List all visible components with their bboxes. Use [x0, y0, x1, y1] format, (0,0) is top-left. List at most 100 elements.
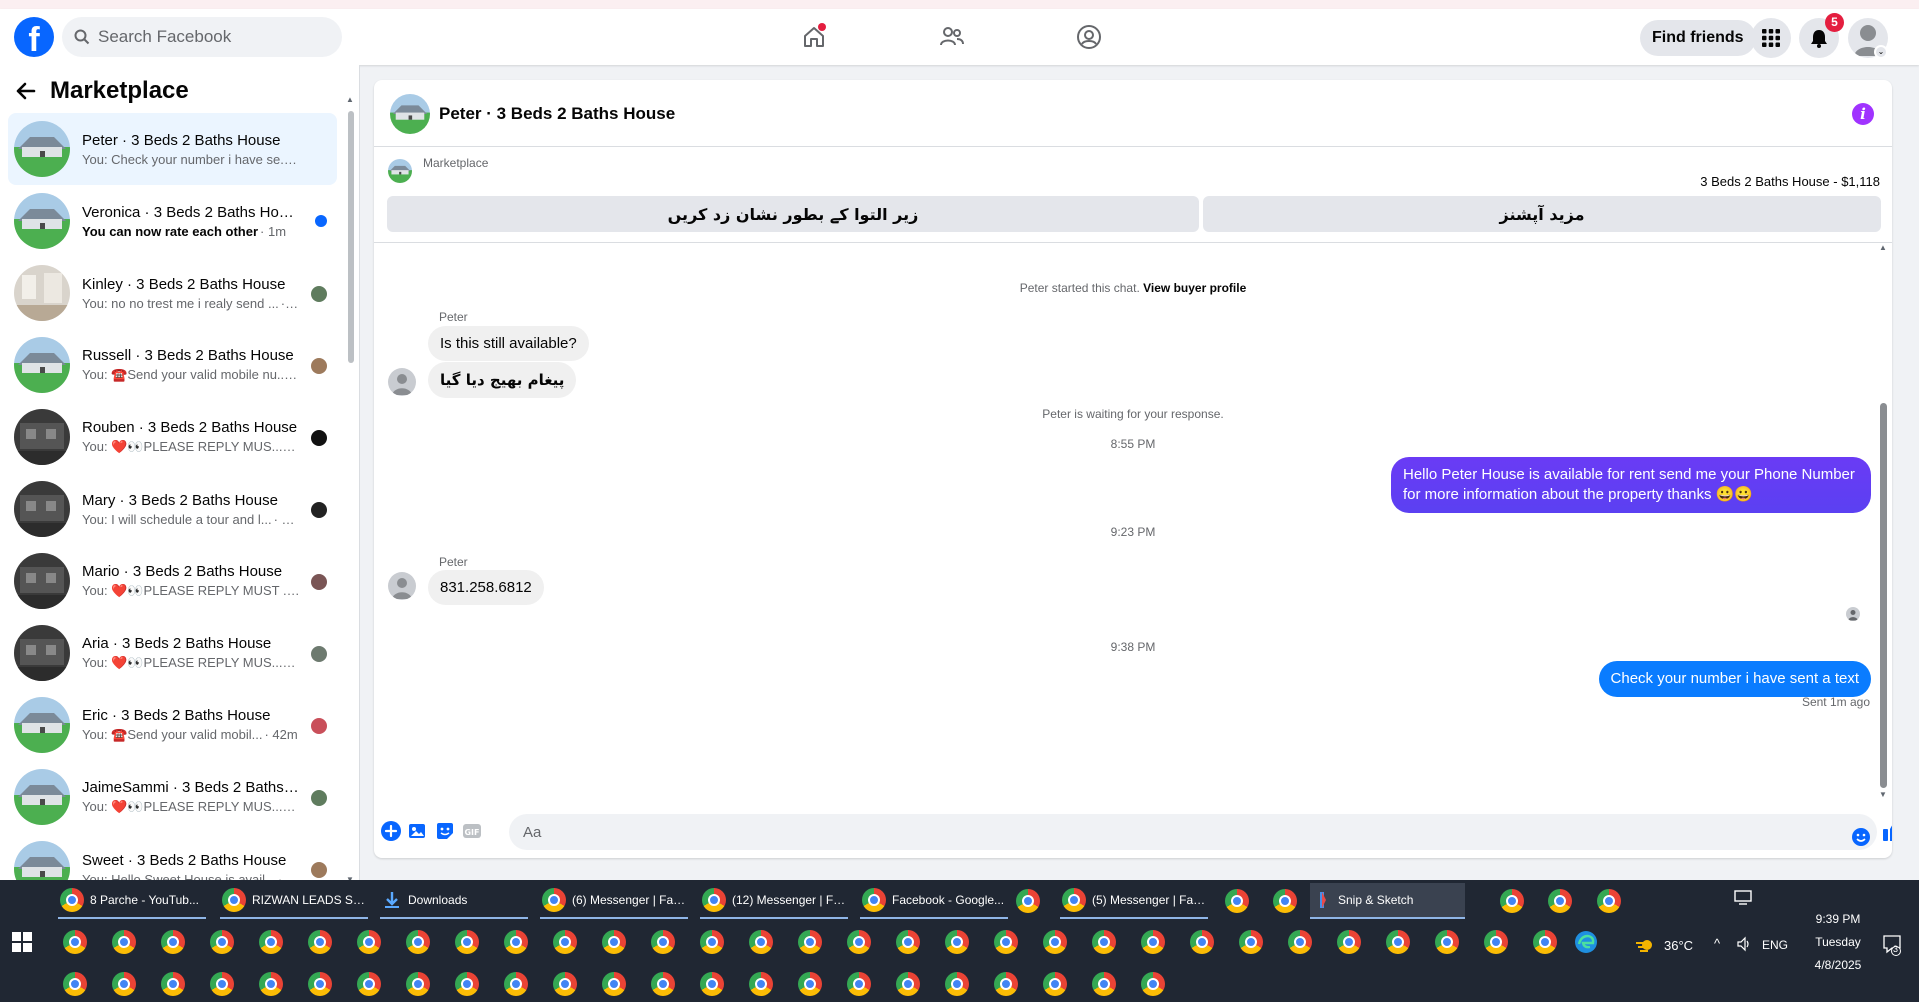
facebook-logo[interactable]: f — [14, 17, 54, 57]
like-icon[interactable] — [1882, 820, 1892, 842]
chrome-icon[interactable] — [1500, 889, 1524, 913]
chrome-icon[interactable] — [700, 930, 724, 954]
chrome-icon[interactable] — [994, 930, 1018, 954]
conversation-item[interactable]: Veronica · 3 Beds 2 Baths House You can n… — [8, 185, 337, 257]
chrome-icon[interactable] — [749, 930, 773, 954]
clock-date[interactable]: 4/8/2025 — [1808, 958, 1868, 972]
conversation-item[interactable]: Russell · 3 Beds 2 Baths House You: ☎️Sen… — [8, 329, 337, 401]
peter-avatar[interactable] — [388, 368, 416, 396]
chrome-icon[interactable] — [1043, 972, 1067, 996]
groups-tab[interactable] — [1065, 17, 1113, 57]
emoji-icon[interactable] — [1851, 827, 1871, 847]
chrome-icon[interactable] — [161, 930, 185, 954]
chrome-icon[interactable] — [259, 930, 283, 954]
scroll-down-arrow-icon[interactable]: ▼ — [1879, 790, 1887, 799]
conversation-item[interactable]: Kinley · 3 Beds 2 Baths House You: no no … — [8, 257, 337, 329]
chrome-icon[interactable] — [1190, 930, 1214, 954]
mark-pending-button[interactable]: زیر التوا کے بطور نشان زد کریں — [387, 196, 1199, 232]
taskbar-app-button[interactable]: (5) Messenger | Fac... — [1060, 883, 1208, 919]
taskbar-app-button[interactable]: Facebook - Google... — [860, 883, 1008, 919]
view-buyer-profile-link[interactable]: View buyer profile — [1143, 281, 1246, 295]
chrome-icon[interactable] — [1016, 889, 1040, 913]
chrome-icon[interactable] — [455, 930, 479, 954]
chrome-icon[interactable] — [896, 930, 920, 954]
more-options-button[interactable]: مزید آپشنز — [1203, 196, 1881, 232]
chevron-up-icon[interactable]: ^ — [1714, 936, 1720, 951]
conversation-item[interactable]: Peter · 3 Beds 2 Baths House You: Check y… — [8, 113, 337, 185]
scroll-up-arrow-icon[interactable]: ▲ — [1879, 243, 1887, 252]
chrome-icon[interactable] — [847, 930, 871, 954]
taskbar-app-button[interactable]: (6) Messenger | Fac... — [540, 883, 688, 919]
language-indicator[interactable]: ENG — [1762, 938, 1788, 952]
chrome-icon[interactable] — [63, 930, 87, 954]
chrome-icon[interactable] — [945, 930, 969, 954]
taskbar-app-button[interactable]: (12) Messenger | Fa... — [700, 883, 848, 919]
conversation-item[interactable]: Rouben · 3 Beds 2 Baths House You: ❤️👀PLE… — [8, 401, 337, 473]
chrome-icon[interactable] — [504, 930, 528, 954]
chrome-icon[interactable] — [651, 972, 675, 996]
conversation-item[interactable]: Sweet · 3 Beds 2 Baths House You: Hello S… — [8, 833, 337, 880]
gif-icon[interactable]: GIF — [461, 820, 483, 842]
chrome-icon[interactable] — [210, 930, 234, 954]
chrome-icon[interactable] — [112, 930, 136, 954]
chrome-icon[interactable] — [357, 930, 381, 954]
chrome-icon[interactable] — [406, 972, 430, 996]
temperature[interactable]: 36°C — [1664, 938, 1693, 953]
sticker-icon[interactable] — [434, 820, 456, 842]
chrome-icon[interactable] — [1337, 930, 1361, 954]
chrome-icon[interactable] — [63, 972, 87, 996]
chrome-icon[interactable] — [1484, 930, 1508, 954]
chat-listing-thumbnail[interactable] — [390, 94, 430, 134]
edge-icon[interactable] — [1574, 930, 1598, 959]
scroll-up-arrow-icon[interactable]: ▲ — [346, 95, 354, 104]
chrome-icon[interactable] — [749, 972, 773, 996]
notification-center-icon[interactable]: 3 — [1882, 934, 1902, 959]
find-friends-button[interactable]: Find friends — [1640, 20, 1756, 56]
home-tab[interactable] — [790, 17, 838, 57]
outgoing-message[interactable]: Hello Peter House is available for rent … — [1391, 457, 1871, 513]
sidebar-scrollbar[interactable]: ▲ ▼ — [345, 95, 355, 880]
chrome-icon[interactable] — [112, 972, 136, 996]
chrome-icon[interactable] — [455, 972, 479, 996]
conversation-item[interactable]: Eric · 3 Beds 2 Baths House You: ☎️Send y… — [8, 689, 337, 761]
chrome-icon[interactable] — [700, 972, 724, 996]
chrome-icon[interactable] — [1597, 889, 1621, 913]
chrome-icon[interactable] — [1092, 930, 1116, 954]
conversation-item[interactable]: Mario · 3 Beds 2 Baths House You: ❤️👀PLEA… — [8, 545, 337, 617]
chrome-icon[interactable] — [602, 972, 626, 996]
windows-start-icon[interactable] — [12, 932, 32, 952]
chevron-down-icon[interactable]: ⌄ — [1874, 45, 1888, 59]
chrome-icon[interactable] — [945, 972, 969, 996]
chrome-icon[interactable] — [1273, 889, 1297, 913]
chrome-icon[interactable] — [896, 972, 920, 996]
weather-icon[interactable] — [1634, 935, 1660, 958]
add-icon[interactable] — [380, 820, 402, 842]
chrome-icon[interactable] — [1548, 889, 1572, 913]
message-input[interactable] — [509, 814, 1877, 850]
chrome-icon[interactable] — [1288, 930, 1312, 954]
chrome-icon[interactable] — [651, 930, 675, 954]
chrome-icon[interactable] — [308, 972, 332, 996]
chrome-icon[interactable] — [1435, 930, 1459, 954]
chrome-icon[interactable] — [1225, 889, 1249, 913]
chrome-icon[interactable] — [798, 930, 822, 954]
search-input[interactable] — [98, 27, 318, 47]
back-arrow-icon[interactable] — [16, 82, 36, 100]
chrome-icon[interactable] — [504, 972, 528, 996]
conversation-item[interactable]: Mary · 3 Beds 2 Baths House You: I will s… — [8, 473, 337, 545]
notifications-button[interactable]: 5 — [1799, 13, 1844, 58]
chrome-icon[interactable] — [553, 972, 577, 996]
photo-icon[interactable] — [407, 820, 429, 842]
chrome-icon[interactable] — [798, 972, 822, 996]
incoming-message[interactable]: Is this still available? — [428, 326, 589, 361]
chrome-icon[interactable] — [1533, 930, 1557, 954]
chrome-icon[interactable] — [602, 930, 626, 954]
chrome-icon[interactable] — [357, 972, 381, 996]
taskbar-app-button[interactable]: 8 Parche - YouTub... — [58, 883, 206, 919]
clock-time[interactable]: 9:39 PM — [1808, 912, 1868, 926]
taskbar-app-button[interactable]: RIZWAN LEADS SH... — [220, 883, 368, 919]
chrome-icon[interactable] — [1386, 930, 1410, 954]
chrome-icon[interactable] — [1092, 972, 1116, 996]
incoming-message[interactable]: 831.258.6812 — [428, 570, 544, 605]
info-icon[interactable]: i — [1852, 103, 1874, 125]
